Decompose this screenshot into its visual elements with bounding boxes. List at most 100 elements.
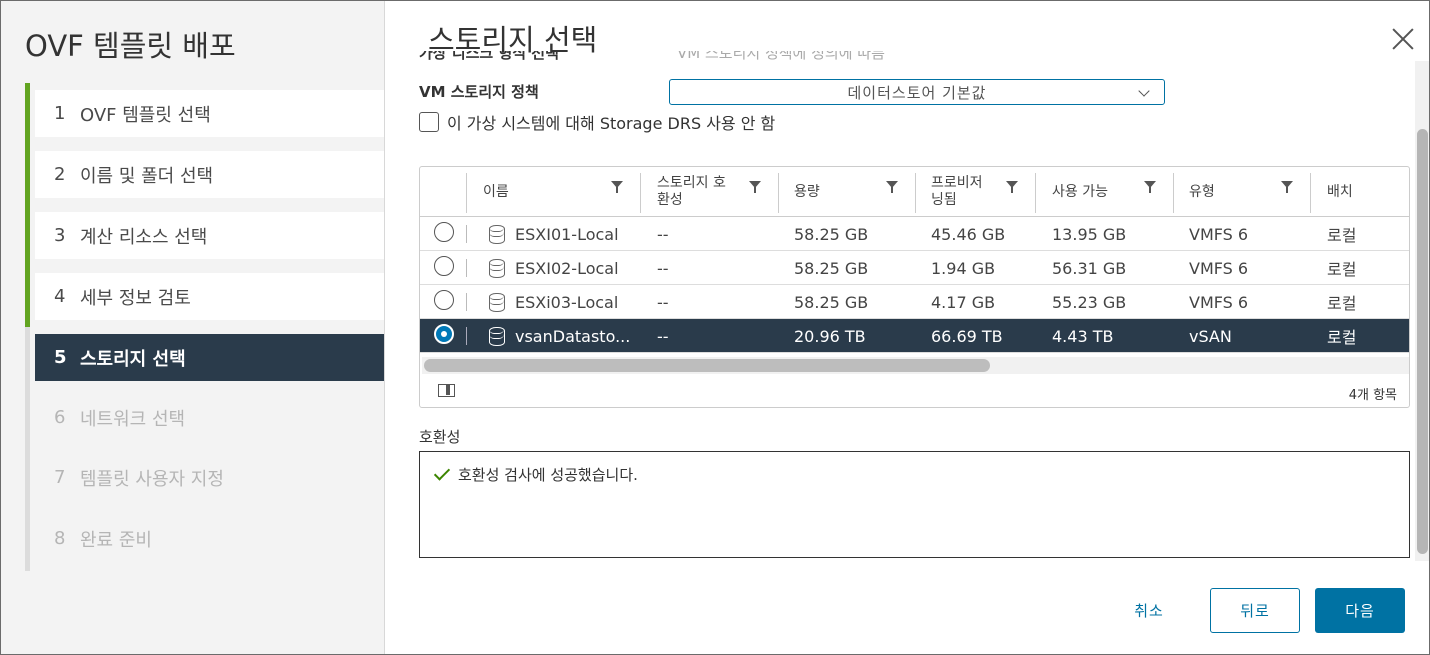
cell-placement: 로컬: [1327, 260, 1357, 279]
disk-format-row-clipped: 가상 디스크 형식 선택 VM 스토리지 정책에 정의에 따름: [419, 51, 979, 63]
cell-type: vSAN: [1189, 326, 1232, 346]
check-icon: [433, 464, 451, 481]
cell-placement: 로컬: [1327, 294, 1357, 313]
column-separator[interactable]: [640, 173, 641, 213]
filter-icon[interactable]: [1006, 181, 1018, 193]
row-separator: [466, 259, 467, 277]
cell-capacity: 58.25 GB: [794, 224, 869, 244]
storage-policy-select[interactable]: 데이터스토어 기본값: [669, 79, 1165, 105]
table-row[interactable]: ESXi03-Local -- 58.25 GB 4.17 GB 55.23 G…: [420, 285, 1409, 319]
column-toggle-icon[interactable]: [438, 384, 455, 397]
row-radio[interactable]: [434, 222, 454, 242]
column-separator[interactable]: [1035, 173, 1036, 213]
close-icon[interactable]: [1390, 27, 1416, 53]
filter-icon[interactable]: [611, 181, 623, 193]
filter-icon[interactable]: [1144, 181, 1156, 193]
header-line: 프로비저: [931, 175, 983, 191]
step-number: 4: [54, 286, 66, 307]
cell-name: ESXI02-Local: [515, 258, 619, 278]
vertical-scroll-thumb[interactable]: [1417, 129, 1428, 554]
filter-icon[interactable]: [1281, 181, 1293, 193]
column-separator[interactable]: [778, 173, 779, 213]
column-header-name[interactable]: 이름: [483, 167, 509, 217]
cell-provisioned: 66.69 TB: [931, 326, 1003, 346]
cell-type: VMFS 6: [1189, 292, 1249, 312]
compatibility-message: 호환성 검사에 성공했습니다.: [432, 464, 638, 485]
datastore-grid: 이름 스토리지 호 환성 용량 프로비저 닝됨 사용 가능 유형 배치 ESXI…: [419, 166, 1410, 408]
cell-provisioned: 4.17 GB: [931, 292, 996, 312]
storage-policy-label: VM 스토리지 정책: [419, 83, 539, 101]
cancel-button[interactable]: 취소: [1111, 588, 1187, 633]
header-line: 닝됨: [931, 192, 957, 208]
row-separator: [466, 327, 467, 345]
horizontal-scroll-thumb[interactable]: [424, 359, 990, 372]
wizard-sidebar: OVF 템플릿 배포 1 OVF 템플릿 선택 2 이름 및 폴더 선택 3 계…: [1, 1, 385, 654]
grid-header: 이름 스토리지 호 환성 용량 프로비저 닝됨 사용 가능 유형 배치: [420, 167, 1409, 217]
step-select-compute-resource[interactable]: 3 계산 리소스 선택: [35, 212, 384, 259]
grid-footer: 4개 항목: [420, 375, 1409, 407]
step-label: 세부 정보 검토: [80, 287, 191, 309]
column-header-capacity[interactable]: 용량: [794, 167, 820, 217]
column-separator[interactable]: [1310, 173, 1311, 213]
cell-capacity: 58.25 GB: [794, 292, 869, 312]
column-header-type[interactable]: 유형: [1189, 167, 1215, 217]
row-separator: [466, 225, 467, 243]
cell-compatibility: --: [657, 292, 669, 312]
cell-compatibility: --: [657, 258, 669, 278]
cell-name: vsanDatasto...: [515, 326, 631, 346]
step-number: 8: [54, 528, 66, 549]
header-line: 환성: [657, 192, 683, 208]
column-separator[interactable]: [915, 173, 916, 213]
cell-placement: 로컬: [1327, 328, 1357, 347]
step-label: 완료 준비: [80, 529, 152, 551]
cell-name: ESXi03-Local: [515, 292, 619, 312]
column-header-placement[interactable]: 배치: [1327, 167, 1353, 217]
step-select-storage[interactable]: 5 스토리지 선택: [35, 334, 384, 381]
cell-provisioned: 1.94 GB: [931, 258, 996, 278]
row-radio[interactable]: [434, 290, 454, 310]
row-separator: [466, 293, 467, 311]
disable-storage-drs-checkbox[interactable]: [419, 112, 439, 132]
column-separator[interactable]: [1173, 173, 1174, 213]
step-select-ovf-template[interactable]: 1 OVF 템플릿 선택: [35, 90, 384, 137]
header-line: 스토리지 호: [657, 175, 726, 191]
step-select-name-folder[interactable]: 2 이름 및 폴더 선택: [35, 151, 384, 198]
filter-icon[interactable]: [749, 181, 761, 193]
disk-format-label: 가상 디스크 형식 선택: [419, 51, 559, 62]
step-number: 6: [54, 407, 66, 428]
step-label: 이름 및 폴더 선택: [80, 165, 214, 187]
compatibility-label: 호환성: [419, 428, 461, 446]
next-button[interactable]: 다음: [1315, 588, 1405, 633]
cell-placement: 로컬: [1327, 226, 1357, 245]
step-label: 네트워크 선택: [80, 408, 186, 430]
column-header-provisioned[interactable]: 프로비저 닝됨: [931, 167, 983, 217]
row-radio[interactable]: [434, 256, 454, 276]
datastore-icon: [489, 327, 505, 346]
item-count: 4개 항목: [1348, 388, 1397, 403]
table-row[interactable]: ESXI02-Local -- 58.25 GB 1.94 GB 56.31 G…: [420, 251, 1409, 285]
disable-storage-drs-option[interactable]: 이 가상 시스템에 대해 Storage DRS 사용 안 함: [419, 110, 775, 134]
storage-policy-value: 데이터스토어 기본값: [847, 83, 987, 102]
disable-storage-drs-label: 이 가상 시스템에 대해 Storage DRS 사용 안 함: [447, 114, 776, 133]
filter-icon[interactable]: [886, 181, 898, 193]
step-customize-template: 7 템플릿 사용자 지정: [35, 454, 384, 501]
column-header-storage-compatibility[interactable]: 스토리지 호 환성: [657, 167, 726, 217]
disk-format-value[interactable]: VM 스토리지 정책에 정의에 따름: [677, 51, 885, 63]
table-row[interactable]: ESXI01-Local -- 58.25 GB 45.46 GB 13.95 …: [420, 217, 1409, 251]
chevron-down-icon: [1138, 85, 1150, 97]
table-row-selected[interactable]: vsanDatasto... -- 20.96 TB 66.69 TB 4.43…: [420, 319, 1409, 353]
datastore-icon: [489, 225, 505, 244]
step-label: OVF 템플릿 선택: [80, 104, 211, 126]
step-label: 스토리지 선택: [80, 348, 186, 370]
cell-capacity: 20.96 TB: [794, 326, 866, 346]
step-number: 5: [54, 347, 67, 368]
cell-free: 4.43 TB: [1052, 326, 1114, 346]
cell-compatibility: --: [657, 326, 669, 346]
step-review-details[interactable]: 4 세부 정보 검토: [35, 273, 384, 320]
back-button[interactable]: 뒤로: [1210, 588, 1300, 633]
row-radio-selected[interactable]: [434, 324, 454, 344]
step-label: 템플릿 사용자 지정: [80, 468, 224, 490]
column-header-free[interactable]: 사용 가능: [1052, 167, 1108, 217]
cell-compatibility: --: [657, 224, 669, 244]
compatibility-panel: 호환성 검사에 성공했습니다.: [419, 451, 1410, 558]
